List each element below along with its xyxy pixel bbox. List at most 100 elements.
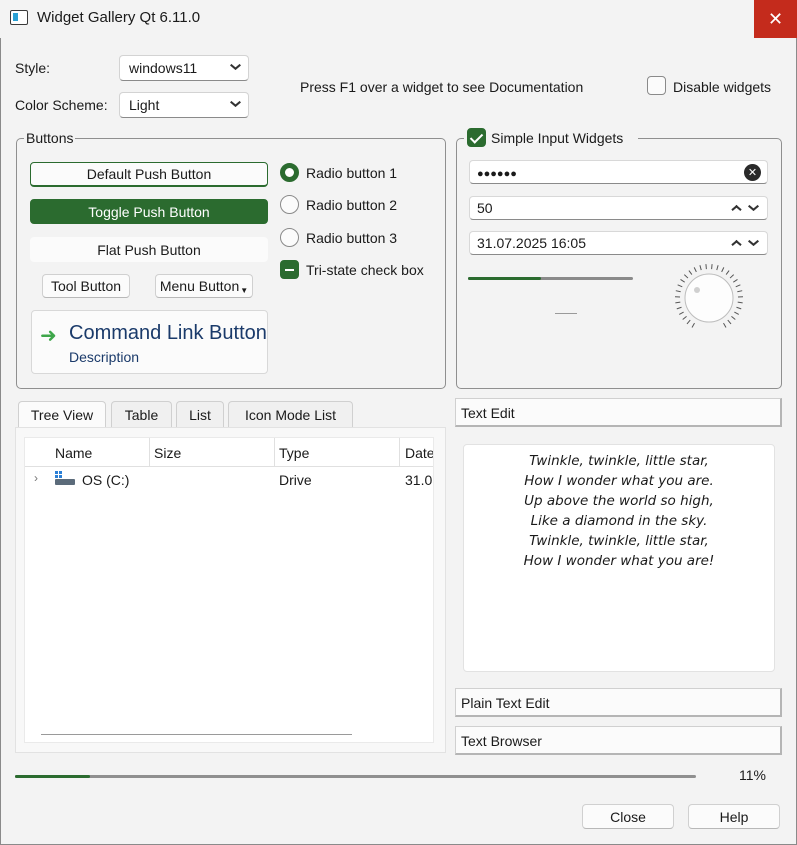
- tab-list[interactable]: List: [176, 401, 224, 428]
- poem-line: How I wonder what you are!: [523, 553, 715, 569]
- dial-tick: [735, 284, 741, 288]
- dial-tick: [680, 279, 685, 283]
- dial[interactable]: [674, 263, 744, 333]
- tab-tree-view[interactable]: Tree View: [18, 401, 106, 428]
- command-link-button[interactable]: ➜ Command Link Button Description: [31, 310, 268, 374]
- tab-table[interactable]: Table: [111, 401, 172, 428]
- toolbox-text-edit-header[interactable]: Text Edit: [455, 398, 782, 427]
- radio-button-2[interactable]: [280, 195, 299, 214]
- style-combo[interactable]: windows11: [119, 55, 249, 81]
- password-field[interactable]: ●●●●●● ✕: [469, 160, 768, 184]
- arrow-down-icon[interactable]: [748, 203, 760, 213]
- close-button[interactable]: Close: [582, 804, 674, 829]
- dial-tick: [675, 290, 681, 293]
- row-name: OS (C:): [82, 472, 130, 488]
- command-link-title: Command Link Button: [69, 322, 267, 344]
- color-scheme-combo-value: Light: [129, 97, 160, 113]
- progress-bar: [15, 775, 696, 778]
- default-push-button[interactable]: Default Push Button: [30, 162, 268, 187]
- app-icon: [10, 10, 28, 25]
- column-type-header[interactable]: Type: [279, 445, 309, 461]
- column-divider: [274, 438, 275, 467]
- column-size-header[interactable]: Size: [154, 445, 181, 461]
- arrow-down-icon[interactable]: [748, 238, 760, 248]
- dial-knob[interactable]: [684, 273, 734, 323]
- spin-box-value: 50: [477, 200, 493, 216]
- date-time-arrows[interactable]: [731, 238, 761, 248]
- radio-button-2-label: Radio button 2: [306, 197, 398, 213]
- column-divider: [399, 438, 400, 467]
- dial-tick: [731, 315, 736, 320]
- clear-icon[interactable]: ✕: [744, 164, 761, 181]
- toolbox-text-browser-header[interactable]: Text Browser: [455, 726, 782, 755]
- horizontal-scrollbar[interactable]: [41, 734, 352, 735]
- slider-fill: [468, 277, 541, 280]
- progress-fill: [15, 775, 90, 778]
- date-time-edit[interactable]: 31.07.2025 16:05: [469, 231, 768, 255]
- horizontal-slider[interactable]: [468, 277, 633, 280]
- radio-button-1-label: Radio button 1: [306, 165, 398, 181]
- scrollbar-stub[interactable]: [555, 313, 577, 314]
- simple-input-group-title: Simple Input Widgets: [491, 130, 624, 146]
- dial-tick: [686, 319, 691, 325]
- column-name-header[interactable]: Name: [55, 445, 92, 461]
- toolbox-plain-text-edit-header[interactable]: Plain Text Edit: [455, 688, 782, 717]
- window-close-button[interactable]: ✕: [754, 0, 797, 38]
- title-bar[interactable]: Widget Gallery Qt 6.11.0 ✕: [0, 0, 797, 38]
- dial-tick: [727, 319, 732, 325]
- dial-tick: [683, 274, 689, 279]
- dial-tick: [723, 322, 727, 328]
- dial-tick: [734, 311, 739, 315]
- dial-tick: [691, 322, 695, 328]
- dial-tick: [737, 301, 743, 304]
- poem-line: Twinkle, twinkle, little star,: [529, 453, 709, 469]
- command-link-description: Description: [69, 349, 140, 365]
- dial-tick: [688, 270, 693, 275]
- disable-widgets-checkbox[interactable]: [647, 76, 666, 95]
- dial-tick: [699, 265, 702, 271]
- poem-line: Like a diamond in the sky.: [530, 513, 708, 529]
- tool-button[interactable]: Tool Button: [42, 274, 130, 298]
- color-scheme-combo[interactable]: Light: [119, 92, 249, 118]
- dial-tick: [716, 265, 719, 271]
- dial-tick: [675, 301, 681, 304]
- dial-tick: [737, 290, 743, 293]
- help-button[interactable]: Help: [688, 804, 780, 829]
- menu-button[interactable]: Menu Button ▼: [155, 274, 253, 298]
- disable-widgets-label: Disable widgets: [673, 79, 772, 95]
- chevron-right-icon[interactable]: ›: [34, 471, 38, 485]
- style-label: Style:: [15, 60, 51, 76]
- tri-state-checkbox[interactable]: [280, 260, 299, 279]
- text-edit[interactable]: Twinkle, twinkle, little star, How I won…: [463, 444, 775, 672]
- tree-view[interactable]: Name Size Type Date › OS (C:) Drive 31.0…: [24, 437, 434, 743]
- style-combo-value: windows11: [129, 60, 198, 76]
- drive-icon: [55, 471, 75, 485]
- poem-line: Twinkle, twinkle, little star,: [529, 533, 709, 549]
- flat-push-button[interactable]: Flat Push Button: [30, 237, 268, 262]
- chevron-down-icon: [230, 100, 240, 110]
- dial-tick: [676, 306, 682, 310]
- tab-icon-mode-list[interactable]: Icon Mode List: [228, 401, 353, 428]
- column-divider: [149, 438, 150, 467]
- table-row[interactable]: › OS (C:) Drive 31.07: [25, 468, 433, 492]
- arrow-right-icon: ➜: [40, 325, 57, 347]
- row-date: 31.07: [405, 472, 433, 488]
- dial-tick: [693, 267, 697, 273]
- tri-state-label: Tri-state check box: [306, 262, 424, 278]
- toggle-push-button[interactable]: Toggle Push Button: [30, 199, 268, 224]
- password-value: ●●●●●●: [477, 168, 517, 180]
- color-scheme-label: Color Scheme:: [15, 97, 108, 113]
- radio-button-1[interactable]: [280, 163, 299, 182]
- radio-button-3-label: Radio button 3: [306, 230, 398, 246]
- date-time-value: 31.07.2025 16:05: [477, 235, 586, 251]
- poem-line: How I wonder what you are.: [524, 473, 714, 489]
- column-date-header[interactable]: Date: [405, 445, 433, 461]
- arrow-up-icon[interactable]: [731, 203, 743, 213]
- progress-text: 11%: [739, 767, 766, 783]
- arrow-up-icon[interactable]: [731, 238, 743, 248]
- simple-input-checkbox[interactable]: [467, 128, 486, 147]
- radio-button-3[interactable]: [280, 228, 299, 247]
- spin-box[interactable]: 50: [469, 196, 768, 220]
- spin-arrows[interactable]: [731, 203, 761, 213]
- poem-line: Up above the world so high,: [524, 493, 714, 509]
